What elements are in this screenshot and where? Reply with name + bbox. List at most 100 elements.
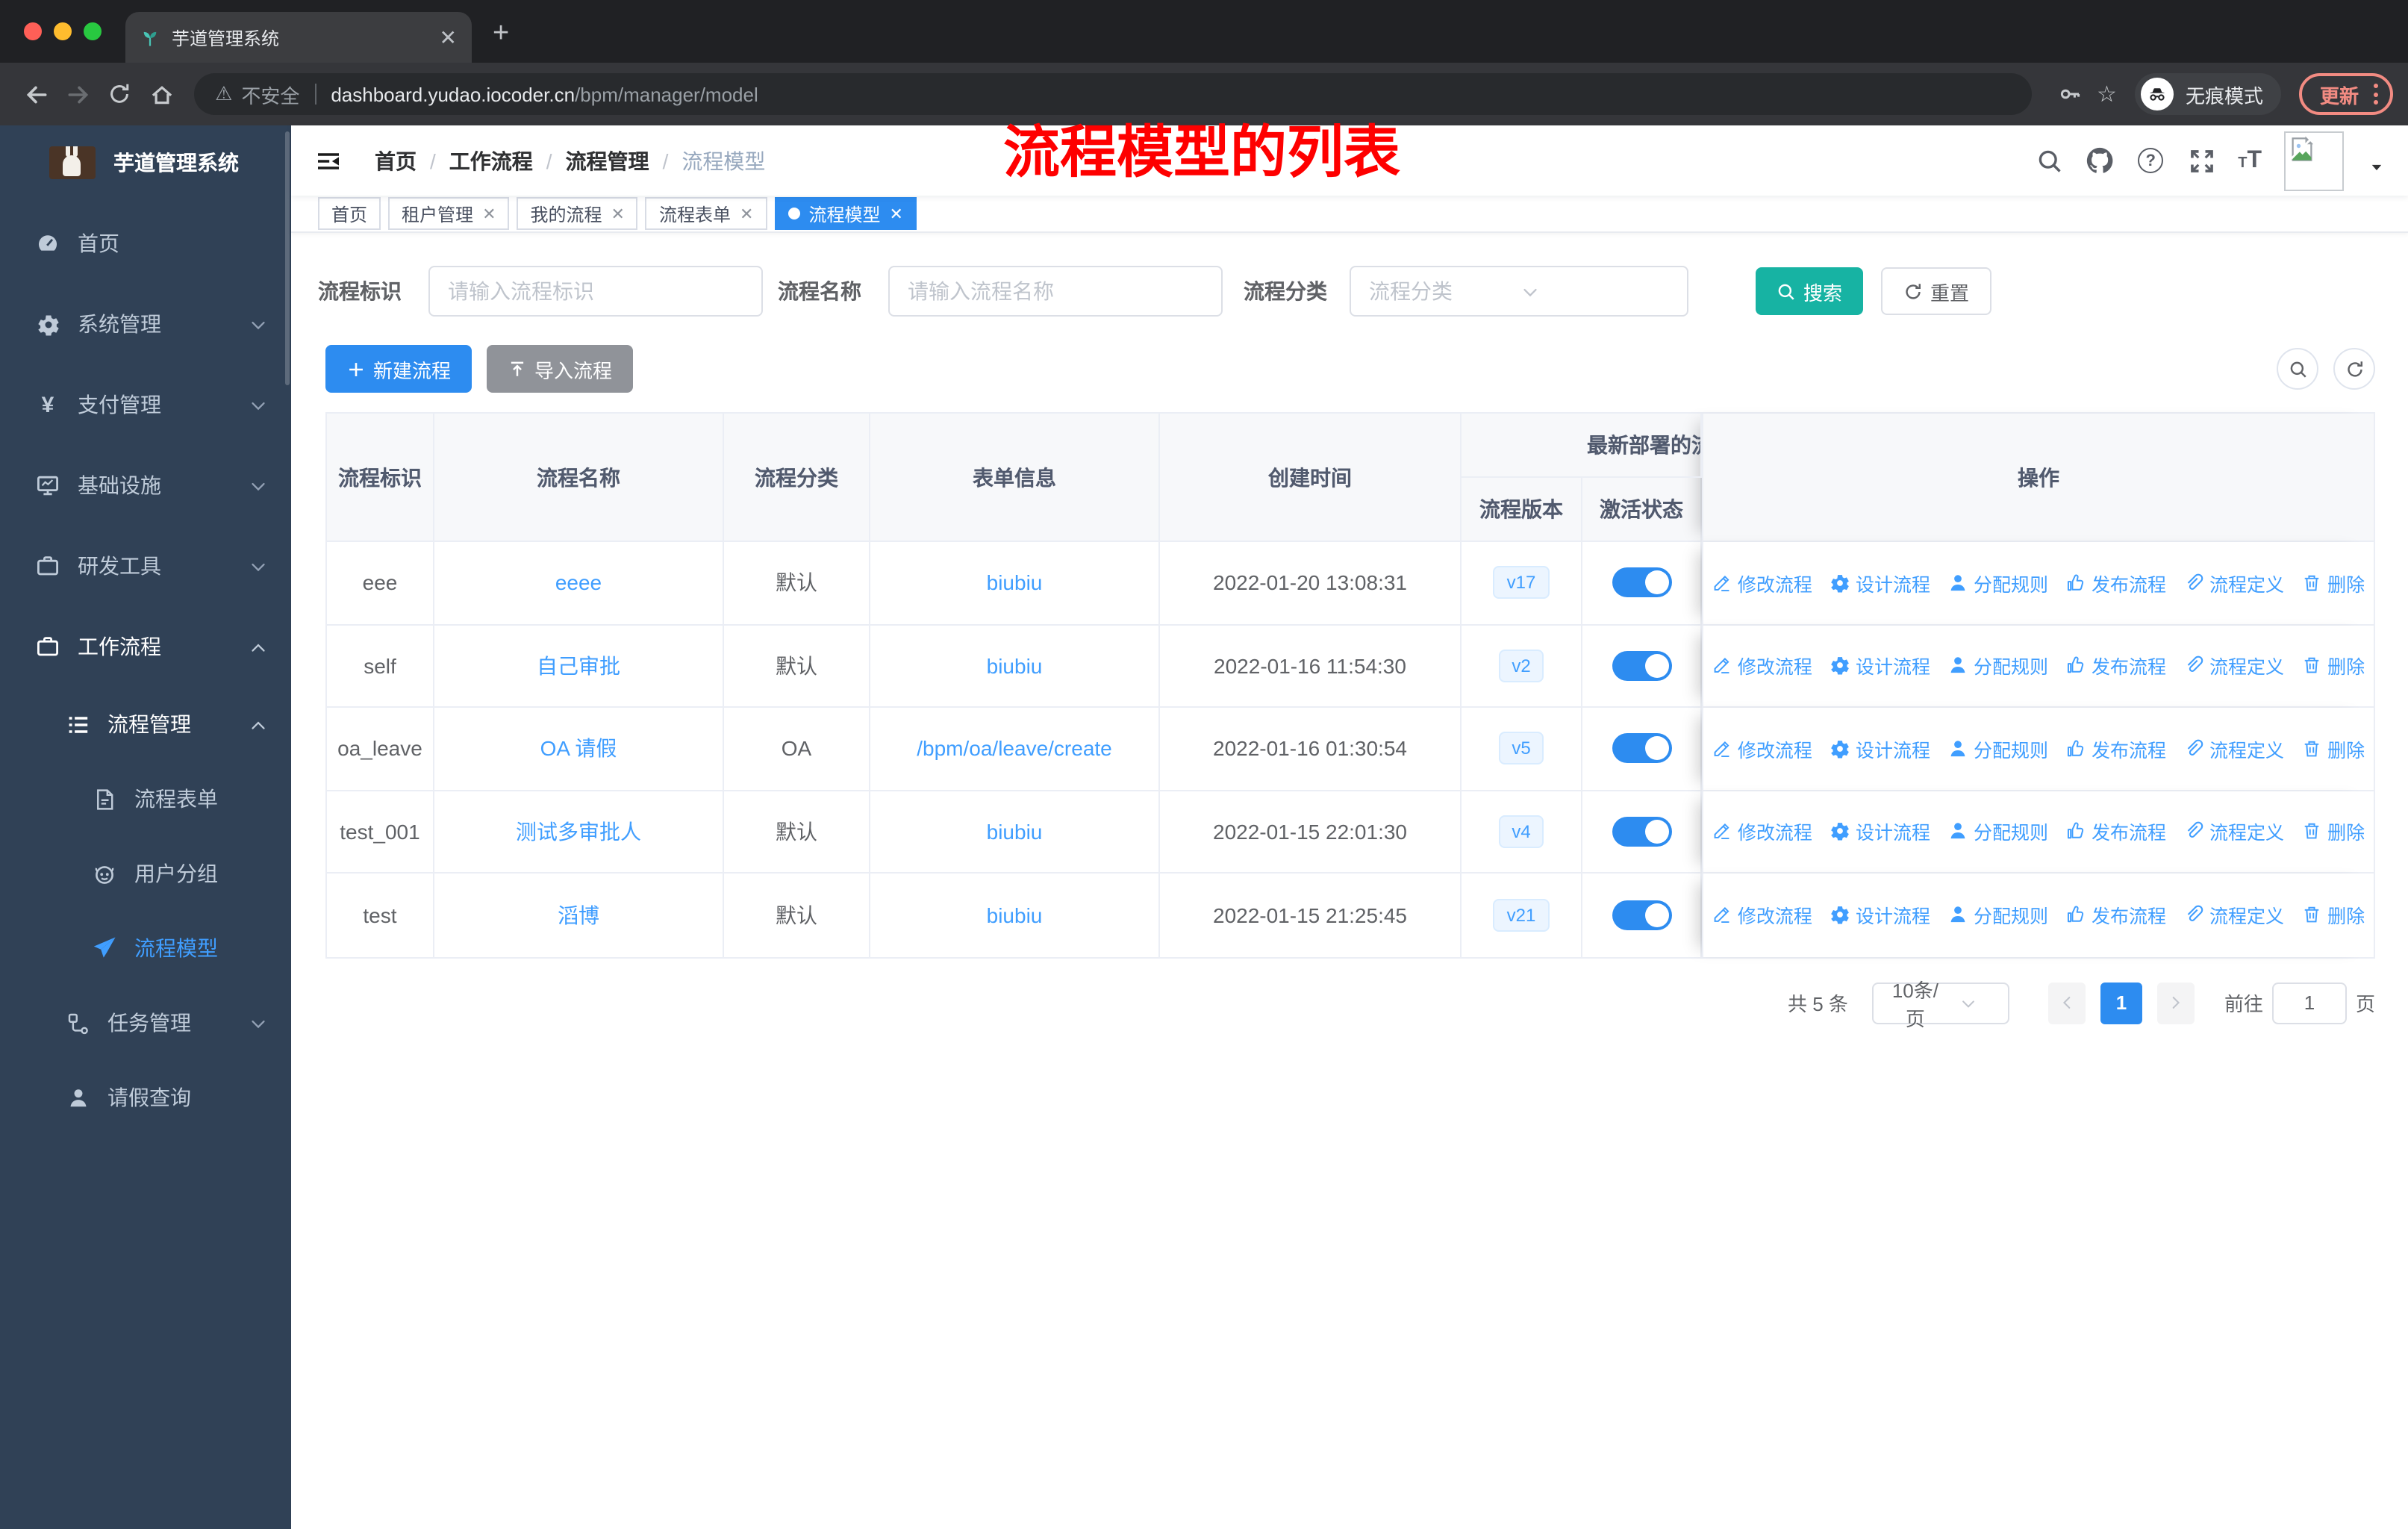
browser-menu-icon[interactable] <box>2374 84 2378 105</box>
sidebar-item-process-form[interactable]: 流程表单 <box>0 762 291 836</box>
minimize-window-button[interactable] <box>54 22 72 40</box>
assign-rule-link[interactable]: 分配规则 <box>1948 901 2048 929</box>
process-name-link[interactable]: 滔博 <box>558 900 599 930</box>
modify-process-link[interactable]: 修改流程 <box>1712 901 1812 929</box>
modify-process-link[interactable]: 修改流程 <box>1712 818 1812 846</box>
form-info-link[interactable]: biubiu <box>987 820 1043 844</box>
version-badge[interactable]: v5 <box>1498 732 1544 765</box>
active-toggle[interactable] <box>1612 900 1671 930</box>
process-name-link[interactable]: OA 请假 <box>540 734 617 764</box>
back-button[interactable] <box>15 73 57 115</box>
form-info-link[interactable]: biubiu <box>987 571 1043 595</box>
search-button[interactable]: 搜索 <box>1756 267 1864 315</box>
assign-rule-link[interactable]: 分配规则 <box>1948 569 2048 597</box>
delete-link[interactable]: 删除 <box>2302 735 2365 763</box>
version-badge[interactable]: v17 <box>1493 566 1550 600</box>
design-process-link[interactable]: 设计流程 <box>1830 901 1930 929</box>
publish-process-link[interactable]: 发布流程 <box>2066 901 2166 929</box>
modify-process-link[interactable]: 修改流程 <box>1712 569 1812 597</box>
category-select[interactable]: 流程分类 <box>1350 266 1688 317</box>
publish-process-link[interactable]: 发布流程 <box>2066 569 2166 597</box>
sidebar-item-payment[interactable]: ¥ 支付管理 <box>0 364 291 445</box>
new-tab-button[interactable]: + <box>493 18 509 51</box>
password-key-icon[interactable] <box>2058 82 2082 106</box>
sidebar-item-home[interactable]: 首页 <box>0 203 291 284</box>
github-icon[interactable] <box>2086 146 2114 175</box>
tag-tenant[interactable]: 租户管理 ✕ <box>388 197 510 230</box>
form-info-link[interactable]: /bpm/oa/leave/create <box>917 737 1112 761</box>
version-badge[interactable]: v21 <box>1493 898 1550 932</box>
home-button[interactable] <box>140 73 182 115</box>
help-icon[interactable]: ? <box>2136 146 2165 175</box>
delete-link[interactable]: 删除 <box>2302 569 2365 597</box>
tag-my-process[interactable]: 我的流程 ✕ <box>517 197 638 230</box>
sidebar-item-process-model[interactable]: 流程模型 <box>0 911 291 985</box>
close-icon[interactable]: ✕ <box>482 204 496 223</box>
address-bar[interactable]: ⚠ 不安全 dashboard.yudao.iocoder.cn /bpm/ma… <box>194 73 2032 115</box>
sidebar-item-process-mgmt[interactable]: 流程管理 <box>0 687 291 762</box>
breadcrumb-workflow[interactable]: 工作流程 <box>449 146 533 175</box>
form-info-link[interactable]: biubiu <box>987 654 1043 678</box>
process-definition-link[interactable]: 流程定义 <box>2184 652 2284 680</box>
close-icon[interactable]: ✕ <box>740 204 753 223</box>
prev-page-button[interactable] <box>2047 982 2086 1024</box>
forward-button[interactable] <box>57 73 99 115</box>
fullscreen-icon[interactable] <box>2187 146 2215 175</box>
design-process-link[interactable]: 设计流程 <box>1830 569 1930 597</box>
tag-home[interactable]: 首页 <box>318 197 381 230</box>
next-page-button[interactable] <box>2156 982 2195 1024</box>
publish-process-link[interactable]: 发布流程 <box>2066 735 2166 763</box>
sidebar-item-task-mgmt[interactable]: 任务管理 <box>0 985 291 1060</box>
create-process-button[interactable]: 新建流程 <box>325 345 472 393</box>
sidebar-item-infra[interactable]: 基础设施 <box>0 445 291 526</box>
tab-close-icon[interactable]: ✕ <box>440 25 457 50</box>
close-icon[interactable]: ✕ <box>889 204 902 223</box>
process-name-link[interactable]: 测试多审批人 <box>516 817 641 847</box>
assign-rule-link[interactable]: 分配规则 <box>1948 652 2048 680</box>
refresh-table-button[interactable] <box>2333 348 2375 390</box>
active-toggle[interactable] <box>1612 567 1671 598</box>
publish-process-link[interactable]: 发布流程 <box>2066 818 2166 846</box>
browser-tab[interactable]: 芋道管理系统 ✕ <box>125 12 472 63</box>
goto-page-input[interactable] <box>2271 982 2347 1024</box>
sidebar-item-devtools[interactable]: 研发工具 <box>0 526 291 606</box>
active-toggle[interactable] <box>1612 650 1671 681</box>
bookmark-star-icon[interactable]: ☆ <box>2097 81 2117 108</box>
breadcrumb-process-mgmt[interactable]: 流程管理 <box>566 146 649 175</box>
font-size-icon[interactable]: TT <box>2238 148 2262 172</box>
sidebar-item-workflow[interactable]: 工作流程 <box>0 606 291 687</box>
process-definition-link[interactable]: 流程定义 <box>2184 735 2284 763</box>
breadcrumb-home[interactable]: 首页 <box>375 146 417 175</box>
publish-process-link[interactable]: 发布流程 <box>2066 652 2166 680</box>
reload-button[interactable] <box>99 73 140 115</box>
process-name-link[interactable]: eeee <box>555 571 602 595</box>
modify-process-link[interactable]: 修改流程 <box>1712 735 1812 763</box>
reset-button[interactable]: 重置 <box>1881 267 1992 315</box>
page-size-select[interactable]: 10条/页 <box>1871 979 2009 1030</box>
sidebar-fold-icon[interactable] <box>315 149 342 172</box>
modify-process-link[interactable]: 修改流程 <box>1712 652 1812 680</box>
version-badge[interactable]: v4 <box>1498 815 1544 848</box>
tag-process-model[interactable]: 流程模型 ✕ <box>774 197 917 230</box>
process-name-link[interactable]: 自己审批 <box>537 651 620 681</box>
assign-rule-link[interactable]: 分配规则 <box>1948 735 2048 763</box>
process-definition-link[interactable]: 流程定义 <box>2184 901 2284 929</box>
active-toggle[interactable] <box>1612 733 1671 764</box>
design-process-link[interactable]: 设计流程 <box>1830 818 1930 846</box>
sidebar-item-leave-query[interactable]: 请假查询 <box>0 1060 291 1135</box>
tag-process-form[interactable]: 流程表单 ✕ <box>645 197 767 230</box>
sidebar-item-system[interactable]: 系统管理 <box>0 284 291 364</box>
design-process-link[interactable]: 设计流程 <box>1830 735 1930 763</box>
close-icon[interactable]: ✕ <box>611 204 625 223</box>
page-number-current[interactable]: 1 <box>2100 982 2142 1024</box>
process-definition-link[interactable]: 流程定义 <box>2184 569 2284 597</box>
search-icon[interactable] <box>2035 146 2063 175</box>
design-process-link[interactable]: 设计流程 <box>1830 652 1930 680</box>
browser-update-button[interactable]: 更新 <box>2298 73 2393 115</box>
form-info-link[interactable]: biubiu <box>987 903 1043 927</box>
close-window-button[interactable] <box>24 22 42 40</box>
assign-rule-link[interactable]: 分配规则 <box>1948 818 2048 846</box>
process-id-input[interactable] <box>428 266 763 317</box>
sidebar-scrollbar[interactable] <box>285 131 290 385</box>
import-process-button[interactable]: 导入流程 <box>487 345 634 393</box>
